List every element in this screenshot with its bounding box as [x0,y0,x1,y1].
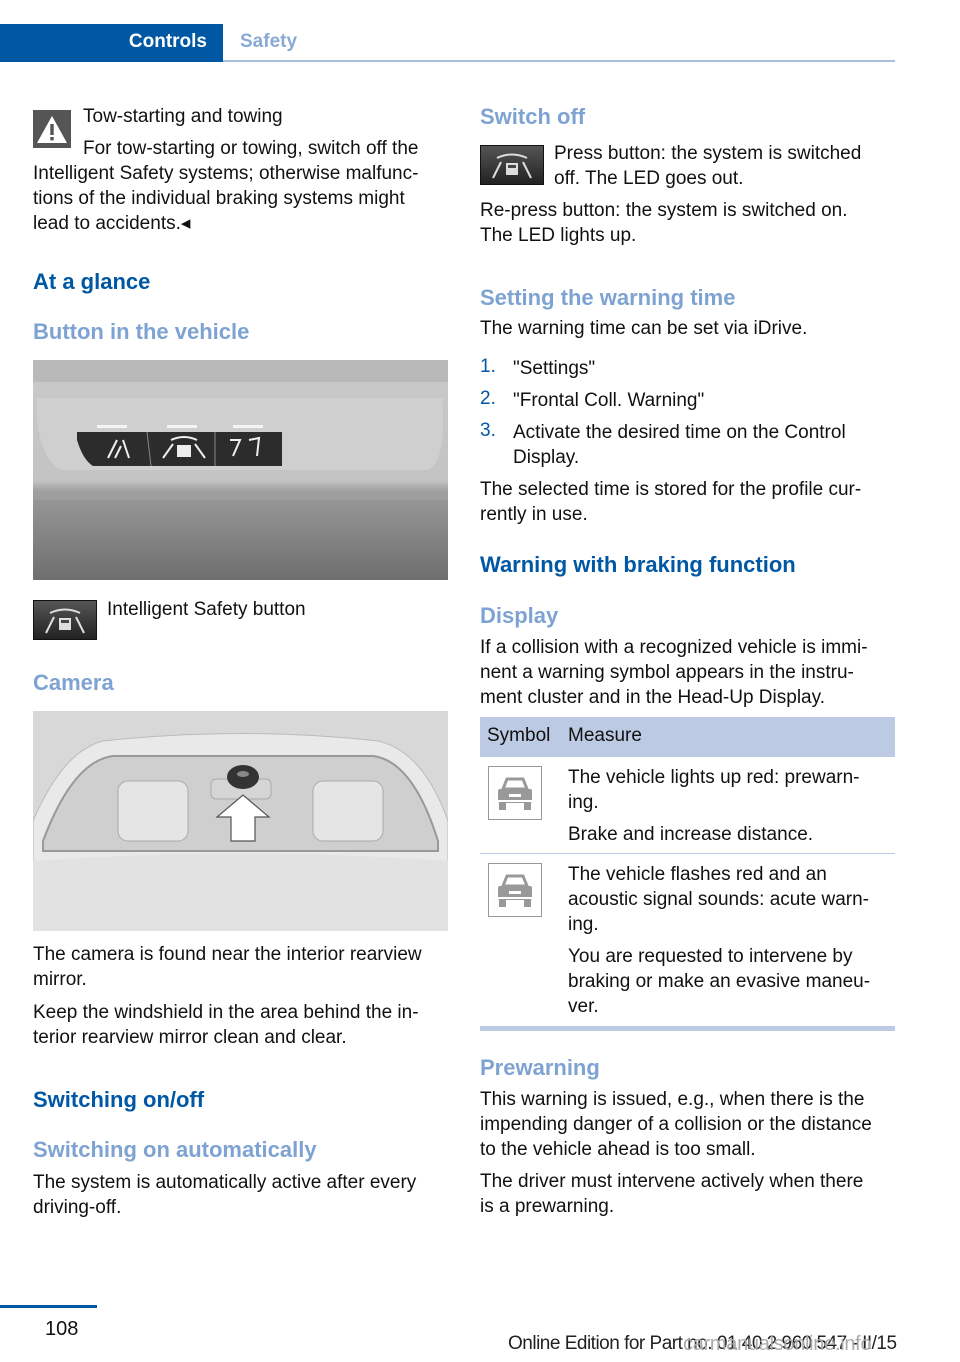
step-text: Activate the desired time on the Control [513,422,846,443]
auto-text-line: The system is automatically active after… [33,1172,417,1193]
table-header: Symbol Measure [480,717,895,757]
heading-button-in-vehicle: Button in the vehicle [33,319,250,344]
measure-line: braking or make an evasive maneu- [568,971,871,992]
intelligent-safety-button-icon [480,145,544,185]
watermark: carmanualsonline.info [683,1333,872,1355]
warning-text-line: lead to accidents.◂ [33,213,191,234]
step-number: 1. [480,356,496,377]
vehicle-warning-icon [488,863,542,917]
heading-camera: Camera [33,670,114,695]
camera-text-line: Keep the windshield in the area behind t… [33,1002,419,1023]
button-caption: Intelligent Safety button [107,599,306,620]
measure-line: ver. [568,996,599,1017]
display-text-line: ment cluster and in the Head-Up Display. [480,687,825,708]
camera-text-line: mirror. [33,969,87,990]
step-number: 3. [480,420,496,441]
step-text: Display. [513,447,580,468]
switch-off-text-line: Press button: the system is switched [554,143,862,164]
prewarning-text-line: impending danger of a collision or the d… [480,1114,872,1135]
repress-text-line: Re-press button: the system is switched … [480,200,848,221]
heading-at-a-glance: At a glance [33,269,151,294]
page-number: 108 [45,1318,79,1340]
prewarning-text-line: The driver must intervene actively when … [480,1171,864,1192]
measure-line: The vehicle lights up red: prewarn- [568,767,860,788]
vehicle-warning-icon [488,766,542,820]
table-row: The vehicle lights up red: prewarn- ing.… [480,757,895,854]
heading-switching-on-off: Switching on/off [33,1087,205,1112]
warning-text-line: tions of the individual braking systems … [33,188,405,209]
table-row: The vehicle flashes red and an acoustic … [480,854,895,1031]
prewarning-text-line: is a prewarning. [480,1196,615,1217]
prewarning-text-line: This warning is issued, e.g., when there… [480,1089,865,1110]
stored-text-line: rently in use. [480,504,588,525]
auto-text-line: driving-off. [33,1197,122,1218]
heading-switching-on-automatically: Switching on automatically [33,1137,317,1162]
switch-off-text-line: off. The LED goes out. [554,168,744,189]
tab-controls[interactable]: Controls [0,24,223,62]
measure-line: acoustic signal sounds: acute warn- [568,889,869,910]
measure-line: You are requested to intervene by [568,946,853,967]
heading-warning-braking: Warning with braking function [480,552,796,577]
heading-display: Display [480,603,559,628]
stored-text-line: The selected time is stored for the prof… [480,479,862,500]
display-text-line: nent a warning symbol appears in the ins… [480,662,854,683]
measure-line: Brake and increase distance. [568,824,814,845]
heading-switch-off: Switch off [480,104,586,129]
measure-line: The vehicle flashes red and an [568,864,827,885]
repress-text-line: The LED lights up. [480,225,637,246]
column-header-measure: Measure [568,725,642,746]
prewarning-text-line: to the vehicle ahead is too small. [480,1139,756,1160]
heading-prewarning: Prewarning [480,1055,600,1080]
step-text: "Frontal Coll. Warning" [513,390,705,411]
measure-line: ing. [568,914,599,935]
warning-triangle-icon [33,110,71,148]
tab-safety[interactable]: Safety [240,31,297,53]
warning-text-line: For tow-starting or towing, switch off t… [83,138,419,159]
display-text-line: If a collision with a recognized vehicle… [480,637,868,658]
warning-title: Tow-starting and towing [83,106,283,127]
header-divider [223,60,895,62]
intelligent-safety-button-icon [33,600,97,640]
footer-accent-line [0,1305,97,1308]
chapter-header: Controls Safety [0,24,895,62]
button-panel-photo [33,360,448,580]
heading-setting-warning-time: Setting the warning time [480,285,736,310]
step-text: "Settings" [513,358,596,379]
camera-text-line: terior rearview mirror clean and clear. [33,1027,347,1048]
measure-line: ing. [568,792,599,813]
step-number: 2. [480,388,496,409]
warning-time-text: The warning time can be set via iDrive. [480,318,808,339]
column-header-symbol: Symbol [487,725,551,746]
camera-text-line: The camera is found near the interior re… [33,944,422,965]
symbol-measure-table: Symbol Measure The vehicle lights up red… [480,717,895,1031]
camera-location-photo [33,711,448,931]
warning-text-line: Intelligent Safety systems; otherwise ma… [33,163,419,184]
